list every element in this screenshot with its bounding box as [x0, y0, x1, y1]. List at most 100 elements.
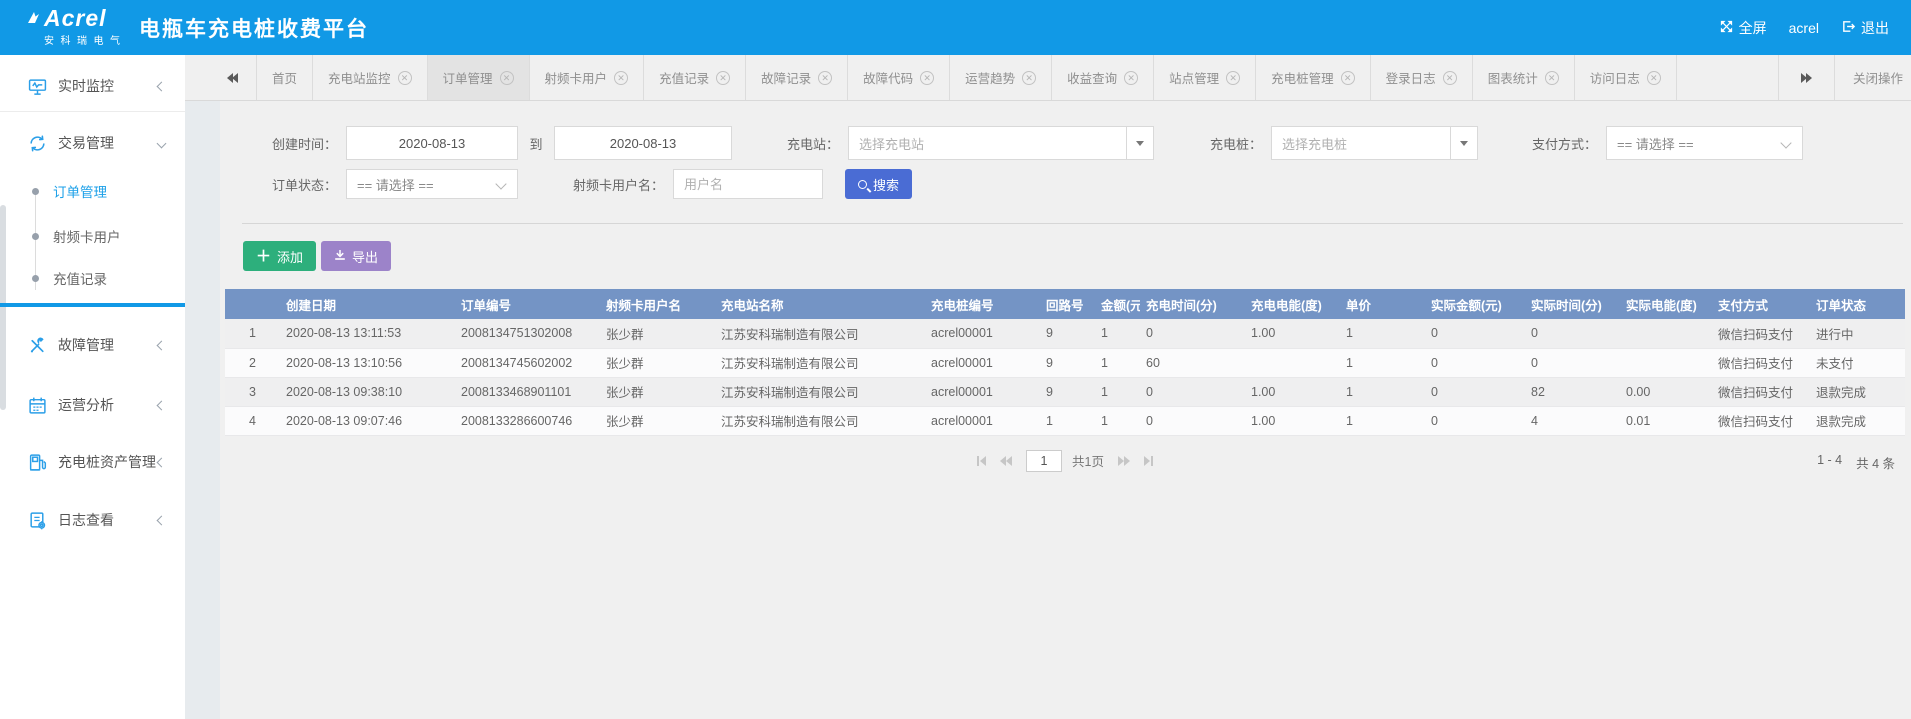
column-header[interactable]: 订单编号: [455, 289, 600, 319]
date-to-input[interactable]: [554, 126, 732, 160]
first-page-button[interactable]: [977, 456, 986, 466]
close-operations-menu[interactable]: 关闭操作: [1835, 55, 1911, 100]
sidebar-item-recharge-records[interactable]: 充值记录: [0, 266, 185, 290]
close-icon[interactable]: ✕: [398, 71, 412, 85]
sidebar-item-log-viewer[interactable]: 日志查看: [0, 506, 185, 534]
export-button[interactable]: 导出: [321, 241, 391, 271]
tab-chart-statistics[interactable]: 图表统计 ✕: [1473, 55, 1575, 100]
pile-dropdown-button[interactable]: [1450, 126, 1478, 160]
column-header[interactable]: 充电站名称: [715, 289, 925, 319]
close-icon[interactable]: ✕: [1341, 71, 1355, 85]
table-cell: 2008134751302008: [455, 319, 600, 348]
logout-button[interactable]: 退出: [1835, 18, 1895, 38]
tab-label: 充电桩管理: [1271, 68, 1334, 87]
table-cell: 1: [1340, 377, 1425, 406]
close-icon[interactable]: ✕: [1226, 71, 1240, 85]
sidebar-item-label: 故障管理: [58, 335, 114, 355]
column-header[interactable]: 充电时间(分): [1140, 289, 1245, 319]
tabs-scroll-right-button[interactable]: [1778, 55, 1835, 100]
station-placeholder[interactable]: 选择充电站: [848, 126, 1126, 160]
tab-order-management[interactable]: 订单管理 ✕: [428, 55, 530, 100]
close-icon[interactable]: ✕: [920, 71, 934, 85]
close-icon[interactable]: ✕: [500, 71, 514, 85]
station-dropdown-button[interactable]: [1126, 126, 1154, 160]
prev-page-button[interactable]: [1000, 456, 1012, 466]
sidebar-item-order-management[interactable]: 订单管理: [0, 179, 185, 203]
column-header[interactable]: 射频卡用户名: [600, 289, 715, 319]
tab-bar: 首页 充电站监控 ✕ 订单管理 ✕ 射频卡用户 ✕ 充值记录 ✕ 故障记录 ✕: [185, 55, 1911, 101]
next-page-button[interactable]: [1118, 456, 1130, 466]
table-cell: 2008134745602002: [455, 348, 600, 377]
close-icon[interactable]: ✕: [614, 71, 628, 85]
table-row[interactable]: 1 2020-08-13 13:11:53 2008134751302008 张…: [225, 319, 1905, 348]
tab-revenue-query[interactable]: 收益查询 ✕: [1052, 55, 1154, 100]
station-combobox[interactable]: 选择充电站: [848, 126, 1154, 160]
tab-site-management[interactable]: 站点管理 ✕: [1154, 55, 1256, 100]
calendar-icon: [28, 396, 47, 415]
column-header[interactable]: 支付方式: [1712, 289, 1810, 319]
tab-visit-logs[interactable]: 访问日志 ✕: [1575, 55, 1677, 100]
table-row[interactable]: 3 2020-08-13 09:38:10 2008133468901101 张…: [225, 377, 1905, 406]
tab-recharge-records[interactable]: 充值记录 ✕: [644, 55, 746, 100]
username[interactable]: acrel: [1783, 20, 1825, 36]
column-header[interactable]: 实际时间(分): [1525, 289, 1620, 319]
payment-method-select[interactable]: == 请选择 ==: [1606, 126, 1803, 160]
close-icon[interactable]: ✕: [1022, 71, 1036, 85]
tab-label: 射频卡用户: [545, 68, 608, 87]
table-cell: acrel00001: [925, 319, 1040, 348]
column-header[interactable]: 金额(元: [1095, 289, 1140, 319]
column-header[interactable]: 创建日期: [280, 289, 455, 319]
logo-text: Acrel: [44, 6, 127, 30]
fullscreen-button[interactable]: 全屏: [1713, 18, 1773, 38]
close-icon[interactable]: ✕: [1647, 71, 1661, 85]
caret-down-icon: [1136, 141, 1144, 146]
sidebar-subitem-label: 订单管理: [53, 181, 107, 201]
date-from-input[interactable]: [346, 126, 518, 160]
pagination-bar: 共1页 1 - 4 共 4 条: [225, 448, 1905, 474]
column-header[interactable]: 回路号: [1040, 289, 1095, 319]
tab-pile-management[interactable]: 充电桩管理 ✕: [1256, 55, 1371, 100]
tab-login-logs[interactable]: 登录日志 ✕: [1371, 55, 1473, 100]
close-icon[interactable]: ✕: [1124, 71, 1138, 85]
last-page-button[interactable]: [1144, 456, 1153, 466]
logo-subtext: 安科瑞电气: [44, 32, 127, 47]
pile-combobox[interactable]: 选择充电桩: [1271, 126, 1478, 160]
add-button[interactable]: ＋ 添加: [243, 241, 316, 271]
tab-station-monitor[interactable]: 充电站监控 ✕: [313, 55, 428, 100]
column-header[interactable]: 实际电能(度): [1620, 289, 1712, 319]
table-cell: acrel00001: [925, 377, 1040, 406]
search-button[interactable]: 搜索: [845, 169, 912, 199]
column-header[interactable]: 实际金额(元): [1425, 289, 1525, 319]
close-icon[interactable]: ✕: [818, 71, 832, 85]
column-header[interactable]: 订单状态: [1810, 289, 1905, 319]
table-cell: 1: [1040, 406, 1095, 435]
close-icon[interactable]: ✕: [1545, 71, 1559, 85]
sidebar-item-fault-management[interactable]: 故障管理: [0, 331, 185, 359]
sidebar-item-charging-pile-assets[interactable]: 充电桩资产管理: [0, 448, 185, 476]
tab-home[interactable]: 首页: [256, 55, 313, 100]
tab-fault-codes[interactable]: 故障代码 ✕: [848, 55, 950, 100]
tab-fault-records[interactable]: 故障记录 ✕: [746, 55, 848, 100]
sidebar-item-operation-analysis[interactable]: 运营分析: [0, 391, 185, 419]
sidebar-item-rfid-users[interactable]: 射频卡用户: [0, 224, 185, 248]
table-cell: 微信扫码支付: [1712, 377, 1810, 406]
rfid-username-input[interactable]: [673, 169, 823, 199]
column-header[interactable]: 充电桩编号: [925, 289, 1040, 319]
tabs-scroll-left-button[interactable]: [185, 55, 256, 100]
page-input[interactable]: [1026, 450, 1062, 472]
pile-placeholder[interactable]: 选择充电桩: [1271, 126, 1450, 160]
table-row[interactable]: 4 2020-08-13 09:07:46 2008133286600746 张…: [225, 406, 1905, 435]
table-cell: 2008133286600746: [455, 406, 600, 435]
tab-rfid-users[interactable]: 射频卡用户 ✕: [530, 55, 645, 100]
close-icon[interactable]: ✕: [716, 71, 730, 85]
table-cell: 张少群: [600, 377, 715, 406]
close-icon[interactable]: ✕: [1443, 71, 1457, 85]
sidebar-item-transaction-management[interactable]: 交易管理: [0, 129, 185, 157]
tab-operation-trends[interactable]: 运营趋势 ✕: [950, 55, 1052, 100]
table-row[interactable]: 2 2020-08-13 13:10:56 2008134745602002 张…: [225, 348, 1905, 377]
sidebar-item-realtime-monitor[interactable]: 实时监控: [0, 72, 185, 100]
table-cell: 1: [1340, 406, 1425, 435]
order-status-select[interactable]: == 请选择 ==: [346, 169, 518, 199]
column-header[interactable]: 充电电能(度): [1245, 289, 1340, 319]
column-header[interactable]: 单价: [1340, 289, 1425, 319]
